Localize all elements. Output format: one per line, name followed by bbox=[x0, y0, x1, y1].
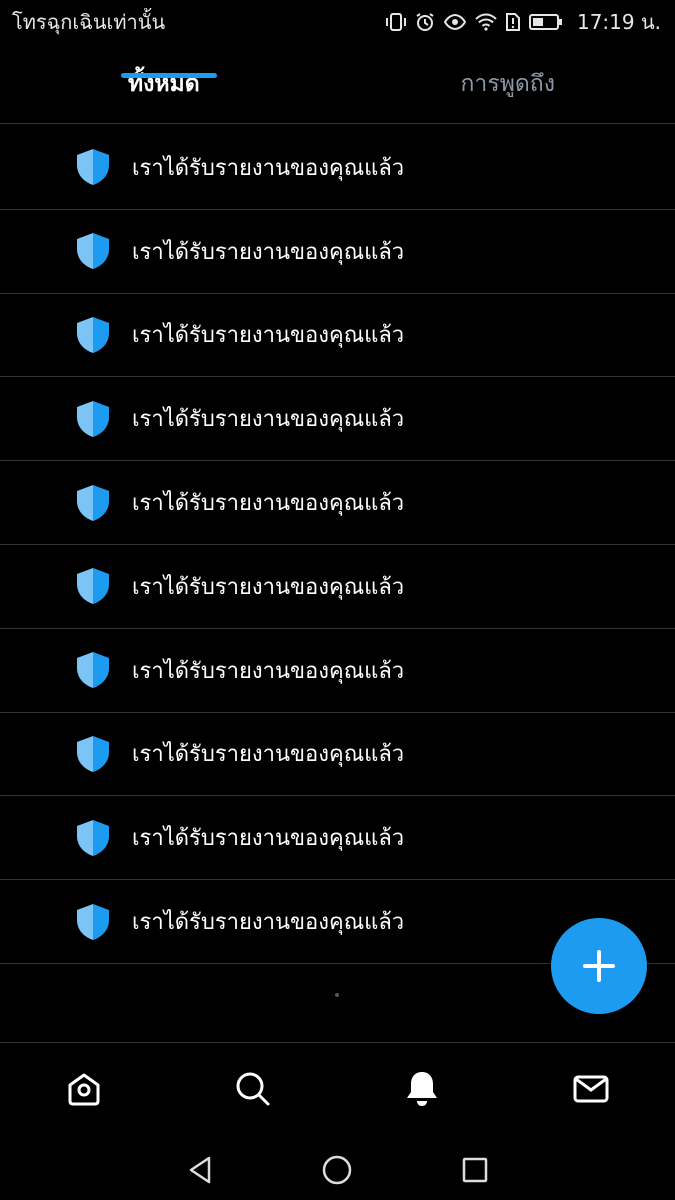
tab-mentions[interactable]: การพูดถึง bbox=[343, 44, 675, 124]
tabs-divider bbox=[0, 123, 675, 124]
shield-icon bbox=[77, 233, 109, 270]
notification-item[interactable]: เราได้รับรายงานของคุณแล้ว bbox=[0, 126, 675, 210]
notification-text: เราได้รับรายงานของคุณแล้ว bbox=[132, 323, 405, 349]
notification-text: เราได้รับรายงานของคุณแล้ว bbox=[132, 407, 405, 433]
wifi-icon bbox=[475, 12, 497, 32]
shield-icon bbox=[77, 316, 109, 353]
notifications-bell-icon bbox=[406, 1072, 437, 1106]
recents-square-icon bbox=[462, 1157, 488, 1183]
notification-tabs: ทั้งหมด การพูดถึง bbox=[0, 44, 675, 124]
carrier-text: โทรฉุกเฉินเท่านั้น bbox=[12, 10, 166, 34]
notification-text: เราได้รับรายงานของคุณแล้ว bbox=[132, 742, 405, 768]
shield-icon bbox=[77, 652, 109, 689]
notification-text: เราได้รับรายงานของคุณแล้ว bbox=[132, 574, 405, 600]
notifications-list: เราได้รับรายงานของคุณแล้วเราได้รับรายงาน… bbox=[0, 126, 675, 964]
shield-icon bbox=[77, 400, 109, 437]
status-icons: 17:19 น. bbox=[385, 6, 661, 38]
compose-button[interactable] bbox=[551, 918, 647, 1014]
tab-all[interactable]: ทั้งหมด bbox=[0, 44, 343, 124]
scroll-dot bbox=[335, 993, 339, 997]
notification-item[interactable]: เราได้รับรายงานของคุณแล้ว bbox=[0, 629, 675, 713]
notification-text: เราได้รับรายงานของคุณแล้ว bbox=[132, 826, 405, 852]
messages-mail-icon bbox=[573, 1075, 609, 1103]
back-triangle-icon bbox=[189, 1156, 211, 1184]
nav-messages[interactable] bbox=[551, 1049, 631, 1129]
shield-icon bbox=[77, 568, 109, 605]
vibrate-icon bbox=[385, 12, 407, 32]
nav-notifications[interactable] bbox=[382, 1049, 462, 1129]
status-bar: โทรฉุกเฉินเท่านั้น 17:19 น. bbox=[0, 0, 675, 44]
system-home-button[interactable] bbox=[315, 1148, 359, 1192]
sim-alert-icon bbox=[505, 12, 521, 32]
notification-item[interactable]: เราได้รับรายงานของคุณแล้ว bbox=[0, 210, 675, 294]
shield-icon bbox=[77, 735, 109, 772]
shield-icon bbox=[77, 484, 109, 521]
clock-time: 17:19 น. bbox=[576, 10, 661, 34]
notification-text: เราได้รับรายงานของคุณแล้ว bbox=[132, 239, 405, 265]
system-recents-button[interactable] bbox=[453, 1148, 497, 1192]
shield-icon bbox=[77, 149, 109, 186]
notification-item[interactable]: เราได้รับรายงานของคุณแล้ว bbox=[0, 796, 675, 881]
battery-icon bbox=[528, 13, 563, 31]
notification-item[interactable]: เราได้รับรายงานของคุณแล้ว bbox=[0, 377, 675, 462]
alarm-icon bbox=[415, 12, 435, 32]
system-back-button[interactable] bbox=[178, 1148, 222, 1192]
shield-icon bbox=[77, 819, 109, 856]
shield-icon bbox=[77, 903, 109, 940]
home-circle-icon bbox=[322, 1155, 352, 1185]
notification-item[interactable]: เราได้รับรายงานของคุณแล้ว bbox=[0, 461, 675, 545]
search-icon bbox=[236, 1072, 270, 1106]
eye-comfort-icon bbox=[443, 12, 467, 32]
notification-text: เราได้รับรายงานของคุณแล้ว bbox=[132, 491, 405, 517]
plus-icon bbox=[583, 950, 615, 982]
tab-mentions-label: การพูดถึง bbox=[460, 71, 555, 97]
tab-all-label: ทั้งหมด bbox=[128, 71, 200, 97]
bottom-nav bbox=[0, 1043, 675, 1135]
nav-search[interactable] bbox=[213, 1049, 293, 1129]
notification-item[interactable]: เราได้รับรายงานของคุณแล้ว bbox=[0, 713, 675, 797]
notification-item[interactable]: เราได้รับรายงานของคุณแล้ว bbox=[0, 294, 675, 378]
notification-text: เราได้รับรายงานของคุณแล้ว bbox=[132, 910, 405, 936]
notification-item[interactable]: เราได้รับรายงานของคุณแล้ว bbox=[0, 545, 675, 629]
notifications-screen: โทรฉุกเฉินเท่านั้น 17:19 น. ทั้งหมด การพ… bbox=[0, 0, 675, 1200]
nav-home[interactable] bbox=[44, 1049, 124, 1129]
home-icon bbox=[68, 1073, 100, 1106]
notification-text: เราได้รับรายงานของคุณแล้ว bbox=[132, 155, 405, 181]
active-tab-indicator bbox=[121, 73, 217, 78]
notification-text: เราได้รับรายงานของคุณแล้ว bbox=[132, 658, 405, 684]
